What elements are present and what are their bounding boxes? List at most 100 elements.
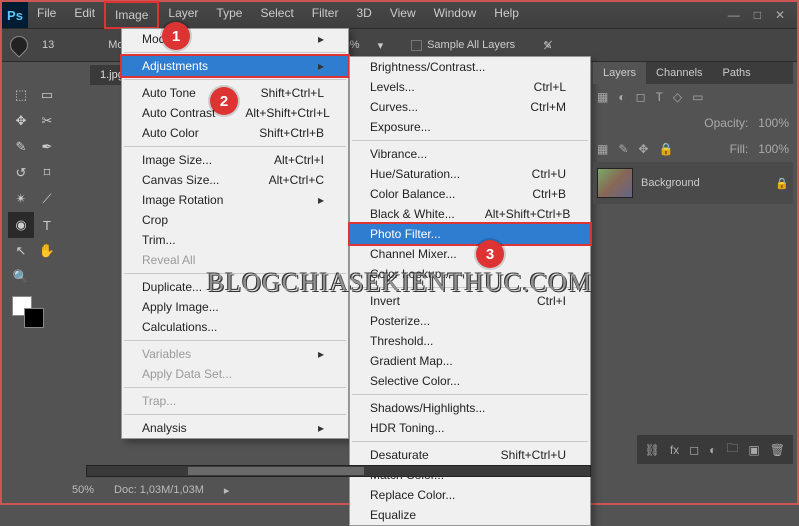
menu-item-curves[interactable]: Curves...Ctrl+M [350, 97, 590, 117]
opacity-row: Opacity: 100% [593, 110, 793, 136]
menu-item-gradient-map[interactable]: Gradient Map... [350, 351, 590, 371]
menu-item-threshold[interactable]: Threshold... [350, 331, 590, 351]
panel-tab-paths[interactable]: Paths [713, 62, 761, 84]
tool-11[interactable]: T [34, 212, 60, 238]
menu-item-adjustments[interactable]: Adjustments▸ [120, 54, 350, 78]
tool-3[interactable]: ✂ [34, 108, 60, 134]
menu-select[interactable]: Select [251, 1, 302, 29]
shape-icon[interactable]: ◇ [673, 90, 682, 104]
tool-6[interactable]: ↺ [8, 160, 34, 186]
lock-row: ▦ ✎ ✥ 🔒 Fill: 100% [593, 136, 793, 162]
menu-file[interactable]: File [28, 1, 65, 29]
menu-item-photo-filter[interactable]: Photo Filter... [348, 222, 592, 246]
menu-item-replace-color[interactable]: Replace Color... [350, 485, 590, 505]
menu-item-equalize[interactable]: Equalize [350, 505, 590, 525]
horizontal-scrollbar[interactable] [86, 465, 591, 477]
menu-item-color-lookup[interactable]: Color Lookup... [350, 264, 590, 284]
tool-15[interactable] [34, 264, 60, 290]
menu-item-apply-data-set: Apply Data Set... [122, 364, 348, 384]
link-icon[interactable]: ⛓ [645, 443, 660, 457]
tool-preset-icon[interactable] [6, 32, 31, 57]
tool-8[interactable]: ✴ [8, 186, 34, 212]
brush-size-value[interactable]: 13 [42, 39, 54, 51]
menu-item-crop[interactable]: Crop [122, 210, 348, 230]
tablet-pressure-icon[interactable]: ✎̸ [543, 39, 552, 52]
layer-thumbnail [597, 168, 633, 198]
adjustments-submenu: Brightness/Contrast...Levels...Ctrl+LCur… [349, 56, 591, 526]
lock-all-icon[interactable]: 🔒 [658, 142, 673, 156]
menu-item-invert[interactable]: InvertCtrl+I [350, 291, 590, 311]
menu-filter[interactable]: Filter [303, 1, 348, 29]
sample-all-checkbox[interactable] [411, 40, 422, 51]
tool-14[interactable]: 🔍 [8, 264, 34, 290]
menu-item-hue-saturation[interactable]: Hue/Saturation...Ctrl+U [350, 164, 590, 184]
menu-item-duplicate[interactable]: Duplicate... [122, 277, 348, 297]
menu-item-selective-color[interactable]: Selective Color... [350, 371, 590, 391]
menu-item-hdr-toning[interactable]: HDR Toning... [350, 418, 590, 438]
menu-item-desaturate[interactable]: DesaturateShift+Ctrl+U [350, 445, 590, 465]
opacity-value[interactable]: 100% [758, 116, 789, 130]
lock-paint-icon[interactable]: ✎ [618, 142, 628, 156]
menu-item-trim[interactable]: Trim... [122, 230, 348, 250]
menu-view[interactable]: View [381, 1, 425, 29]
menu-item-auto-color[interactable]: Auto ColorShift+Ctrl+B [122, 123, 348, 143]
menu-item-canvas-size[interactable]: Canvas Size...Alt+Ctrl+C [122, 170, 348, 190]
menu-help[interactable]: Help [485, 1, 528, 29]
tool-4[interactable]: ✎ [8, 134, 34, 160]
menu-item-posterize[interactable]: Posterize... [350, 311, 590, 331]
callout-2: 2 [210, 87, 238, 115]
fx-icon[interactable]: fx [670, 443, 679, 457]
tool-10[interactable]: ◉ [8, 212, 34, 238]
fill-value[interactable]: 100% [758, 142, 789, 156]
tool-7[interactable]: ⌑ [34, 160, 60, 186]
menu-item-vibrance[interactable]: Vibrance... [350, 144, 590, 164]
layer-row-background[interactable]: Background 🔒 [593, 162, 793, 204]
tool-5[interactable]: ✒ [34, 134, 60, 160]
lock-pixels-icon[interactable]: ▦ [597, 142, 608, 156]
menu-item-levels[interactable]: Levels...Ctrl+L [350, 77, 590, 97]
menu-item-channel-mixer[interactable]: Channel Mixer... [350, 244, 590, 264]
menu-3d[interactable]: 3D [347, 1, 380, 29]
new-layer-icon[interactable]: ▣ [748, 443, 759, 457]
menu-item-black-white[interactable]: Black & White...Alt+Shift+Ctrl+B [350, 204, 590, 224]
group-icon[interactable]: 🗀 [726, 439, 738, 460]
menu-edit[interactable]: Edit [65, 1, 104, 29]
menu-item-apply-image[interactable]: Apply Image... [122, 297, 348, 317]
lock-move-icon[interactable]: ✥ [638, 142, 648, 156]
menu-item-image-size[interactable]: Image Size...Alt+Ctrl+I [122, 150, 348, 170]
background-swatch[interactable] [24, 308, 44, 328]
panel-tab-channels[interactable]: Channels [646, 62, 712, 84]
trash-icon[interactable]: 🗑 [770, 443, 785, 457]
minimize-button[interactable]: — [728, 8, 740, 22]
menu-item-exposure[interactable]: Exposure... [350, 117, 590, 137]
menu-window[interactable]: Window [425, 1, 486, 29]
menu-item-shadows-highlights[interactable]: Shadows/Highlights... [350, 398, 590, 418]
tool-0[interactable]: ⬚ [8, 82, 34, 108]
close-button[interactable]: ✕ [775, 8, 785, 22]
type-icon[interactable]: T [656, 90, 663, 104]
mask-new-icon[interactable]: ◻ [689, 443, 699, 457]
menu-item-calculations[interactable]: Calculations... [122, 317, 348, 337]
tool-9[interactable]: ⟋ [34, 186, 60, 212]
zoom-value[interactable]: 50% [72, 484, 94, 497]
tool-12[interactable]: ↖ [8, 238, 34, 264]
panel-tab-layers[interactable]: Layers [593, 62, 646, 84]
mask-icon[interactable]: ◻ [636, 90, 646, 104]
tool-1[interactable]: ▭ [34, 82, 60, 108]
maximize-button[interactable]: □ [754, 8, 761, 22]
menu-item-mode[interactable]: Mode▸ [122, 29, 348, 49]
menu-item-color-balance[interactable]: Color Balance...Ctrl+B [350, 184, 590, 204]
menu-item-image-rotation[interactable]: Image Rotation▸ [122, 190, 348, 210]
more-icon[interactable]: ▭ [692, 90, 703, 104]
menu-image[interactable]: Image [104, 1, 159, 29]
tool-13[interactable]: ✋ [34, 238, 60, 264]
menu-item-brightness-contrast[interactable]: Brightness/Contrast... [350, 57, 590, 77]
menu-type[interactable]: Type [207, 1, 251, 29]
menu-item-analysis[interactable]: Analysis▸ [122, 418, 348, 438]
adjustment-new-icon[interactable]: ◐ [709, 443, 716, 457]
filter-icon[interactable]: ▦ [597, 90, 608, 104]
adjustment-icon[interactable]: ◐ [618, 90, 625, 104]
fill-label: Fill: [730, 142, 749, 156]
tool-2[interactable]: ✥ [8, 108, 34, 134]
titlebar: Ps FileEditImageLayerTypeSelectFilter3DV… [2, 2, 797, 28]
